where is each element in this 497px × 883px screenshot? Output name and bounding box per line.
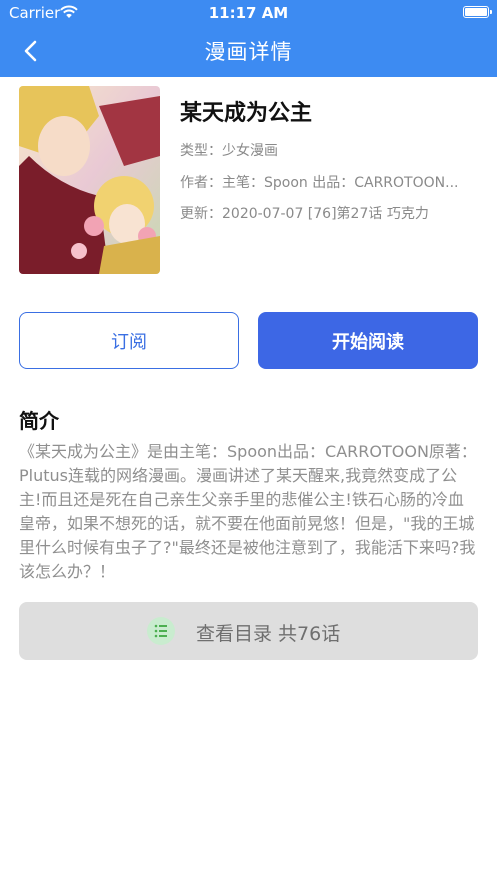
comic-title: 某天成为公主 <box>180 101 313 126</box>
comic-author: 作者：主笔：Spoon 出品：CARROTOON... <box>180 175 459 191</box>
page-title: 漫画详情 <box>204 40 293 64</box>
view-contents-label: 查看目录 共76话 <box>196 623 341 645</box>
comic-cover-image <box>19 86 160 274</box>
nav-bar: 漫画详情 <box>0 28 497 74</box>
view-contents-button[interactable]: 查看目录 共76话 <box>19 602 478 660</box>
top-bar: Carrier 11:17 AM 漫画详情 <box>0 0 497 77</box>
comic-type: 类型：少女漫画 <box>180 143 278 159</box>
list-icon <box>147 617 175 645</box>
subscribe-button[interactable]: 订阅 <box>19 312 239 369</box>
intro-heading: 简介 <box>19 409 59 433</box>
clock: 11:17 AM <box>208 4 289 22</box>
status-bar: Carrier 11:17 AM <box>0 0 497 26</box>
start-reading-button[interactable]: 开始阅读 <box>258 312 478 369</box>
battery-icon <box>463 6 492 18</box>
intro-text: 《某天成为公主》是由主笔：Spoon出品：CARROTOON原著：Plutus连… <box>19 442 477 581</box>
comic-updated: 更新：2020-07-07 [76]第27话 巧克力 <box>180 206 429 222</box>
